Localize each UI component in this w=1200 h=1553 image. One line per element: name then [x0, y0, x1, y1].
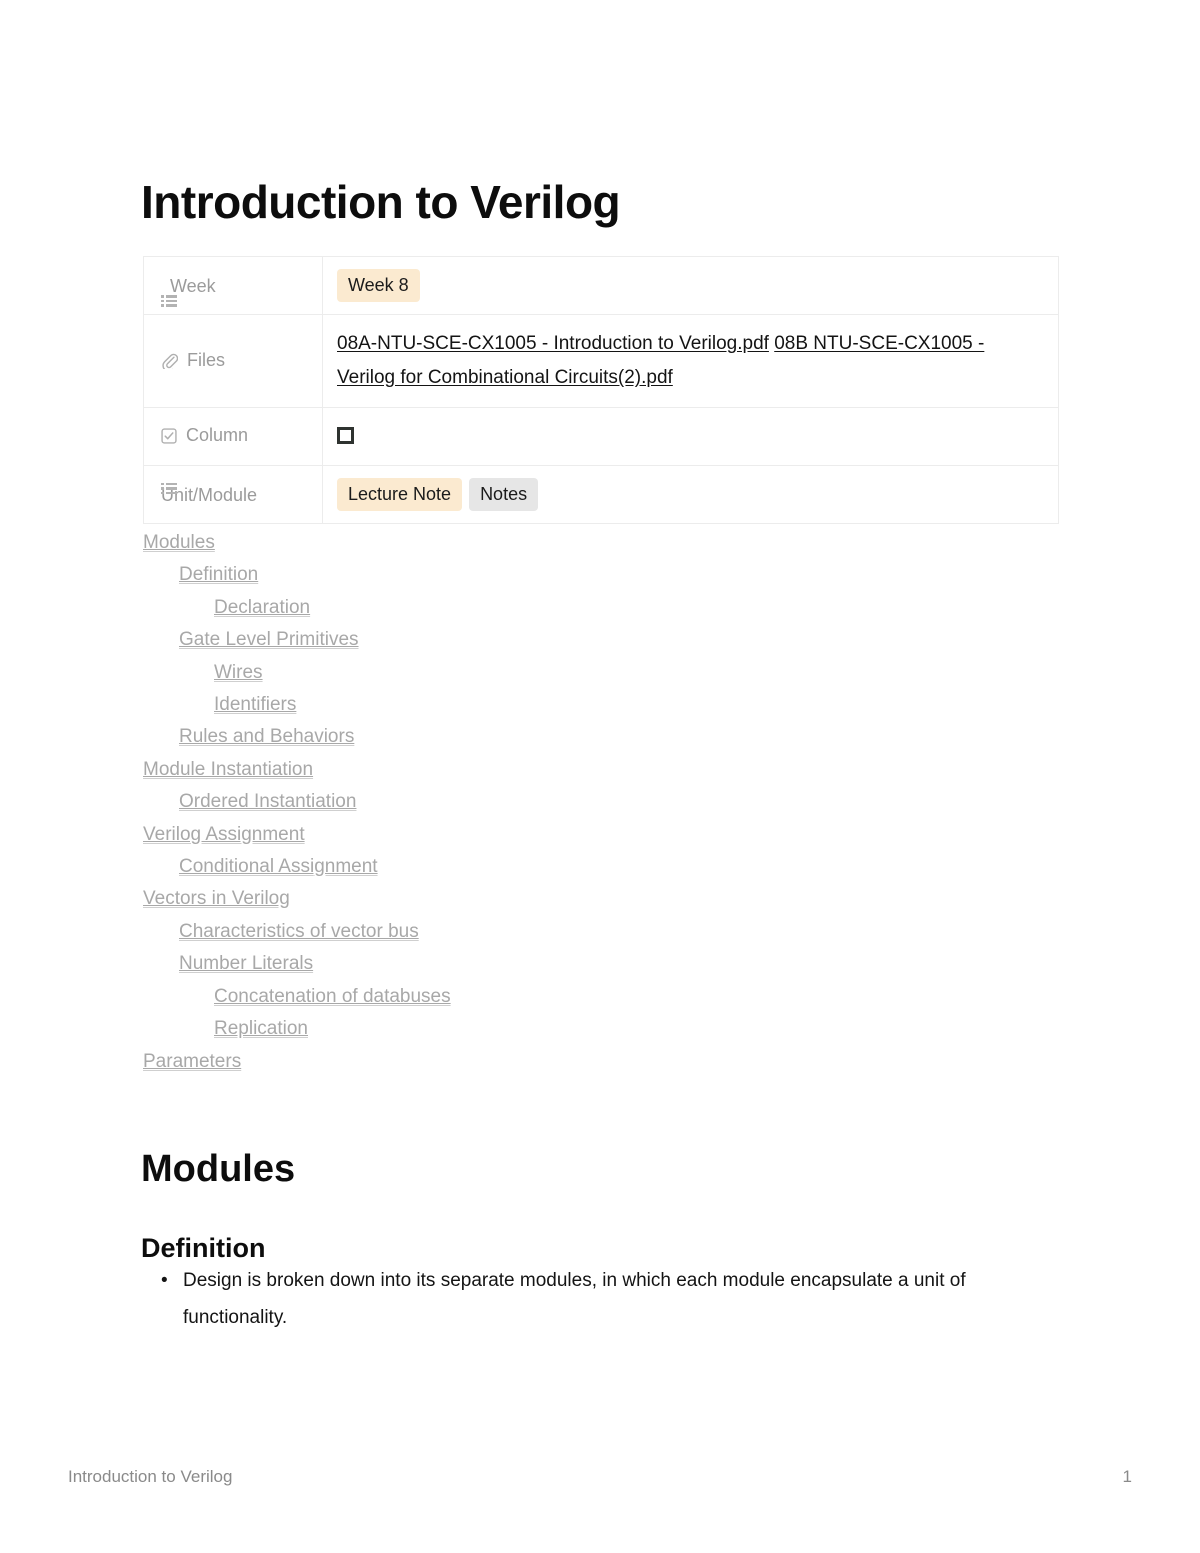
status-badge-lecture-note[interactable]: Lecture Note: [337, 478, 463, 511]
list-item: Design is broken down into its separate …: [161, 1262, 1003, 1336]
table-row-unit-module: Unit/Module Lecture Note Notes: [143, 465, 1059, 524]
properties-table: Week Week 8 Files 08A-NTU-SCE-CX1005 - I…: [143, 256, 1059, 524]
status-badge-week[interactable]: Week 8: [337, 269, 420, 302]
document-page: Introduction to Verilog Week Week 8 File…: [0, 0, 1200, 1553]
footer-document-name: Introduction to Verilog: [68, 1467, 233, 1486]
toc-link-number-literals[interactable]: Number Literals: [143, 948, 943, 980]
property-key-label-column: Column: [186, 425, 249, 445]
property-key-label-files: Files: [187, 349, 226, 370]
footer-page-number: 1: [1122, 1467, 1132, 1486]
table-row-column: Column: [143, 407, 1059, 466]
toc-link-conditional-assignment[interactable]: Conditional Assignment: [143, 851, 943, 883]
property-key-cell-unit-module[interactable]: Unit/Module: [143, 465, 323, 524]
table-row-week: Week Week 8: [143, 256, 1059, 315]
status-badge-notes[interactable]: Notes: [469, 478, 539, 511]
toc-link-definition[interactable]: Definition: [143, 559, 943, 591]
toc-link-declaration[interactable]: Declaration: [143, 592, 943, 624]
property-key-cell-files[interactable]: Files: [143, 314, 323, 408]
property-key-files: Files: [161, 347, 310, 376]
checkbox-icon: [161, 425, 177, 451]
definition-bullet-list: Design is broken down into its separate …: [141, 1262, 1003, 1336]
file-link-1[interactable]: 08A-NTU-SCE-CX1005 - Introduction to Ver…: [337, 333, 769, 354]
subsection-heading-definition: Definition: [141, 1233, 266, 1263]
property-value-cell-column[interactable]: [322, 407, 1059, 466]
page-title: Introduction to Verilog: [141, 175, 621, 228]
toc-link-gate-level-primitives[interactable]: Gate Level Primitives: [143, 624, 943, 656]
file-link-list: 08A-NTU-SCE-CX1005 - Introduction to Ver…: [337, 327, 1044, 395]
toc-link-concatenation-of-databuses[interactable]: Concatenation of databuses: [143, 981, 943, 1013]
property-value-cell-week[interactable]: Week 8: [322, 256, 1059, 315]
table-row-files: Files 08A-NTU-SCE-CX1005 - Introduction …: [143, 314, 1059, 408]
toc-link-rules-and-behaviors[interactable]: Rules and Behaviors: [143, 721, 943, 753]
toc-link-ordered-instantiation[interactable]: Ordered Instantiation: [143, 786, 943, 818]
properties-table-body: Week Week 8 Files 08A-NTU-SCE-CX1005 - I…: [143, 256, 1059, 524]
paperclip-icon: [161, 350, 179, 376]
toc-link-modules[interactable]: Modules: [143, 527, 943, 559]
column-checkbox[interactable]: [337, 427, 354, 444]
toc-link-parameters[interactable]: Parameters: [143, 1046, 943, 1078]
toc-link-identifiers[interactable]: Identifiers: [143, 689, 943, 721]
property-key-column: Column: [161, 422, 310, 451]
toc-link-module-instantiation[interactable]: Module Instantiation: [143, 754, 943, 786]
property-key-cell-column[interactable]: Column: [143, 407, 323, 466]
section-heading-modules: Modules: [141, 1147, 296, 1190]
toc-link-replication[interactable]: Replication: [143, 1013, 943, 1045]
property-key-week: Week: [161, 273, 310, 307]
toc-link-wires[interactable]: Wires: [143, 657, 943, 689]
property-value-cell-unit-module[interactable]: Lecture Note Notes: [322, 465, 1059, 524]
table-of-contents: Modules Definition Declaration Gate Leve…: [143, 527, 943, 1078]
toc-link-vectors-in-verilog[interactable]: Vectors in Verilog: [143, 883, 943, 915]
property-value-cell-files[interactable]: 08A-NTU-SCE-CX1005 - Introduction to Ver…: [322, 314, 1059, 408]
property-key-unit-module: Unit/Module: [161, 482, 310, 508]
toc-link-verilog-assignment[interactable]: Verilog Assignment: [143, 819, 943, 851]
toc-link-characteristics-of-vector-bus[interactable]: Characteristics of vector bus: [143, 916, 943, 948]
property-key-cell-week[interactable]: Week: [143, 256, 323, 315]
property-key-label-week: Week: [170, 275, 216, 296]
